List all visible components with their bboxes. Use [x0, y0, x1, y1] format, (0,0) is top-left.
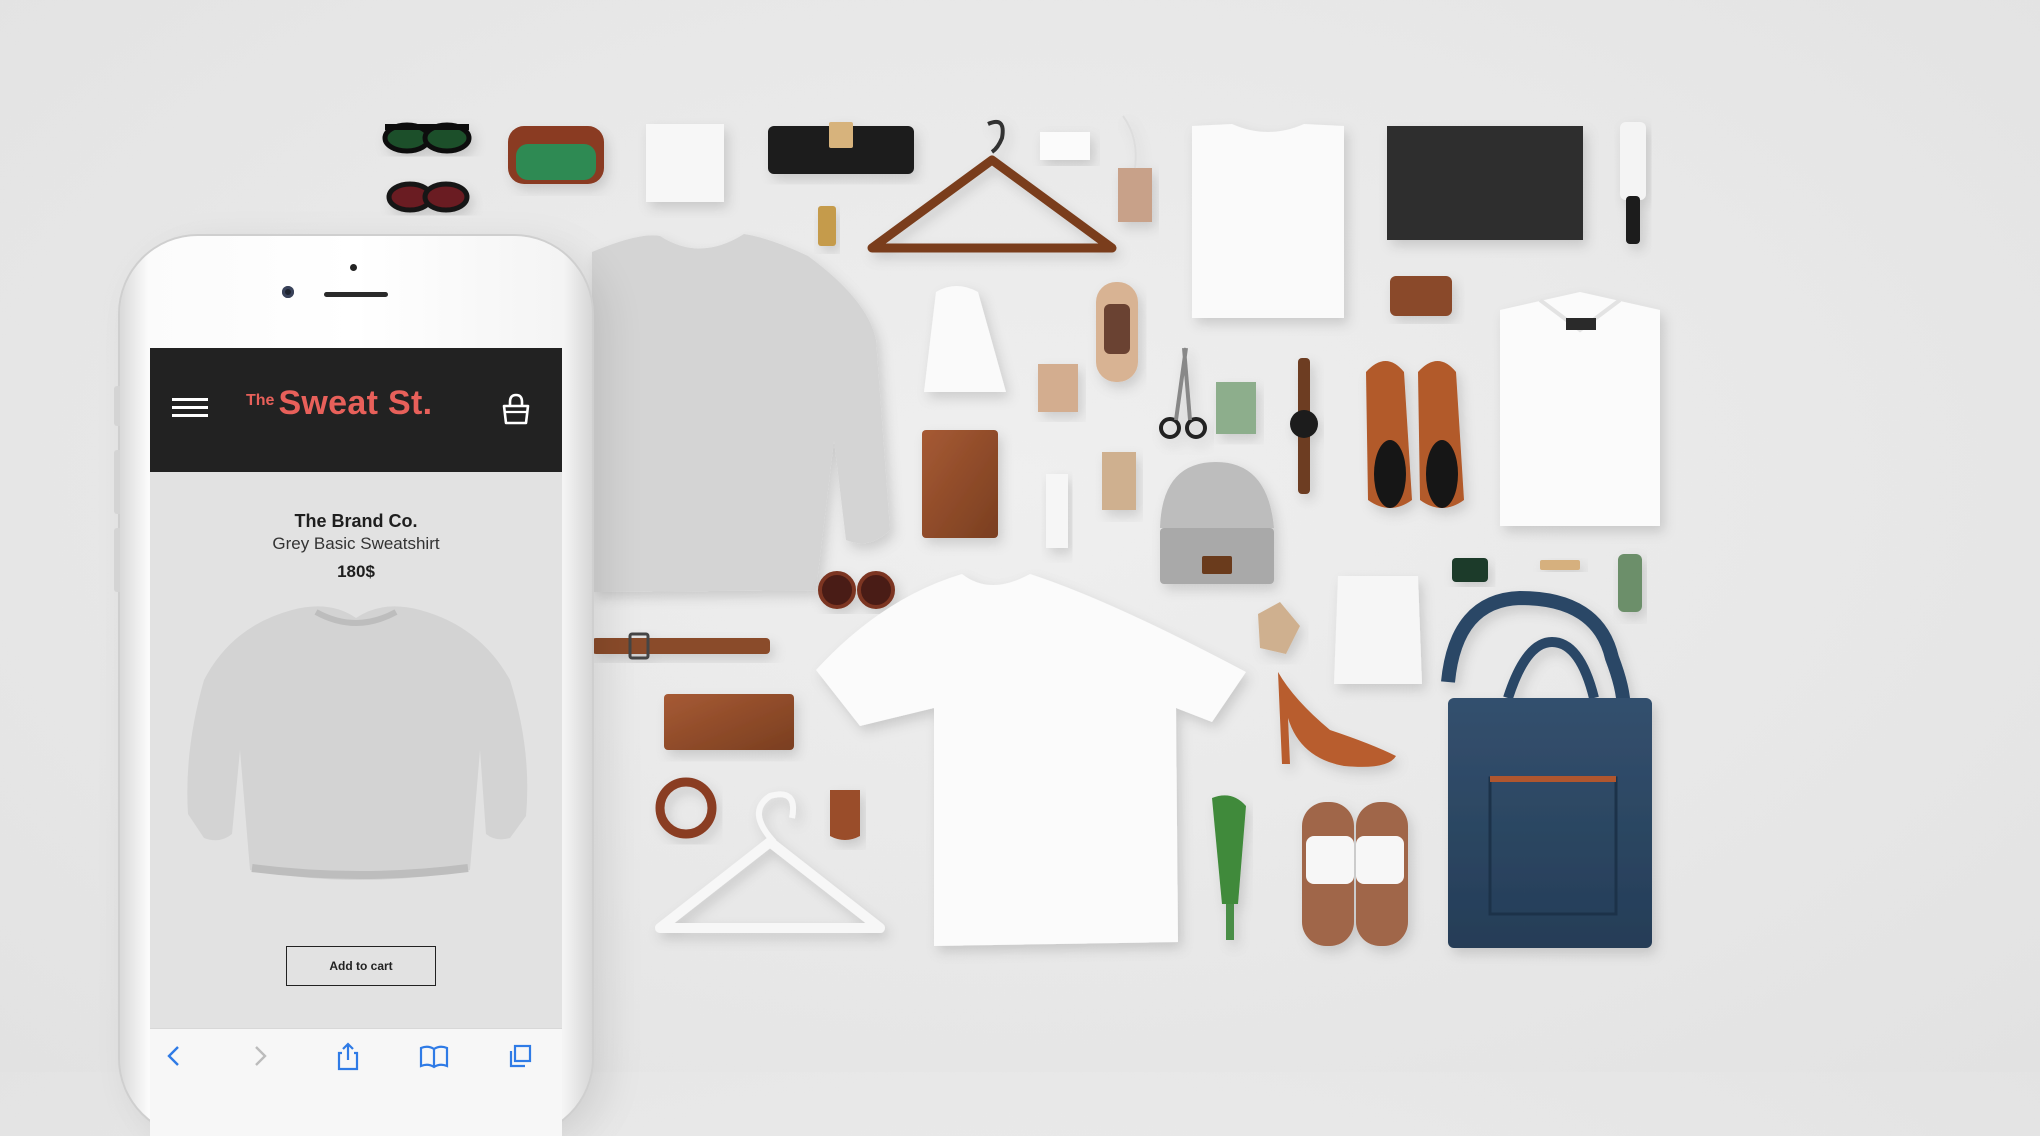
tabs-icon[interactable]	[506, 1041, 534, 1071]
browser-toolbar	[150, 1028, 562, 1136]
kraft-tag	[1102, 452, 1136, 510]
add-to-cart-button[interactable]: Add to cart	[286, 946, 436, 986]
lint-roller	[1620, 122, 1646, 244]
volume-down-button	[114, 528, 120, 592]
product-name: Grey Basic Sweatshirt	[272, 534, 440, 553]
shopping-bag-icon[interactable]	[500, 392, 532, 426]
grey-sweatshirt	[592, 234, 890, 592]
thread-spool	[1096, 282, 1138, 382]
iphone-mockup: The Sweat St. The Brand Co. Grey Basic Sw…	[114, 236, 592, 1136]
leather-pouch	[922, 430, 998, 538]
scissors	[1159, 347, 1207, 439]
product-image-sweatshirt[interactable]	[180, 600, 532, 890]
woven-clutch	[768, 122, 914, 174]
rolled-leather-belt	[655, 777, 717, 839]
small-leather-purse	[1390, 276, 1452, 316]
wooden-clip	[1540, 560, 1580, 570]
phone-screen: The Sweat St. The Brand Co. Grey Basic Sw…	[150, 348, 562, 1136]
green-umbrella	[1212, 795, 1246, 940]
proximity-sensor	[350, 264, 357, 271]
volume-up-button	[114, 450, 120, 514]
red-sunglasses	[386, 181, 470, 213]
front-camera	[282, 286, 294, 298]
perfume-bottle	[1452, 558, 1488, 582]
hamburger-menu-icon[interactable]	[172, 398, 208, 420]
tan-high-heel	[1278, 672, 1396, 767]
glasses-case	[508, 126, 604, 184]
white-strap-sandals	[1302, 802, 1408, 946]
share-icon[interactable]	[334, 1041, 362, 1071]
kraft-tag	[1118, 115, 1152, 222]
kraft-tag	[1258, 602, 1300, 654]
denim-tote-bag	[1441, 590, 1652, 948]
product-brand: The Brand Co.	[294, 511, 418, 531]
green-thread-spool	[1618, 554, 1642, 612]
grey-beanie	[1160, 462, 1274, 584]
white-card	[1040, 132, 1090, 160]
earpiece-speaker	[324, 292, 388, 297]
store-logo[interactable]: The Sweat St.	[246, 384, 432, 423]
white-dress-shirt	[1500, 292, 1660, 526]
white-tag	[1046, 474, 1068, 548]
drawstring-bag	[1334, 576, 1422, 684]
brown-brogue-shoes	[1366, 361, 1464, 508]
open-book-icon[interactable]	[418, 1041, 450, 1071]
logo-name: Sweat St.	[278, 384, 433, 422]
app-header: The Sweat St.	[150, 348, 562, 472]
leather-wallet	[664, 694, 794, 750]
white-tshirt	[816, 574, 1246, 946]
leather-keychain	[830, 790, 860, 840]
leather-belt	[592, 632, 770, 660]
logo-prefix: The	[246, 392, 275, 409]
chevron-right-icon[interactable]	[246, 1041, 274, 1071]
folded-white-tshirt	[1192, 124, 1344, 318]
green-tag	[1216, 382, 1256, 434]
kraft-tag	[1038, 364, 1078, 412]
gold-watch	[818, 206, 836, 246]
mute-switch	[114, 386, 120, 426]
round-sunglasses	[818, 571, 895, 609]
green-sunglasses	[382, 122, 472, 154]
leather-watch	[1290, 358, 1318, 494]
chevron-left-icon[interactable]	[160, 1041, 188, 1071]
drawstring-bag	[924, 286, 1006, 392]
black-box	[1387, 126, 1583, 240]
product-price: 180$	[337, 562, 375, 581]
white-box	[646, 124, 724, 202]
